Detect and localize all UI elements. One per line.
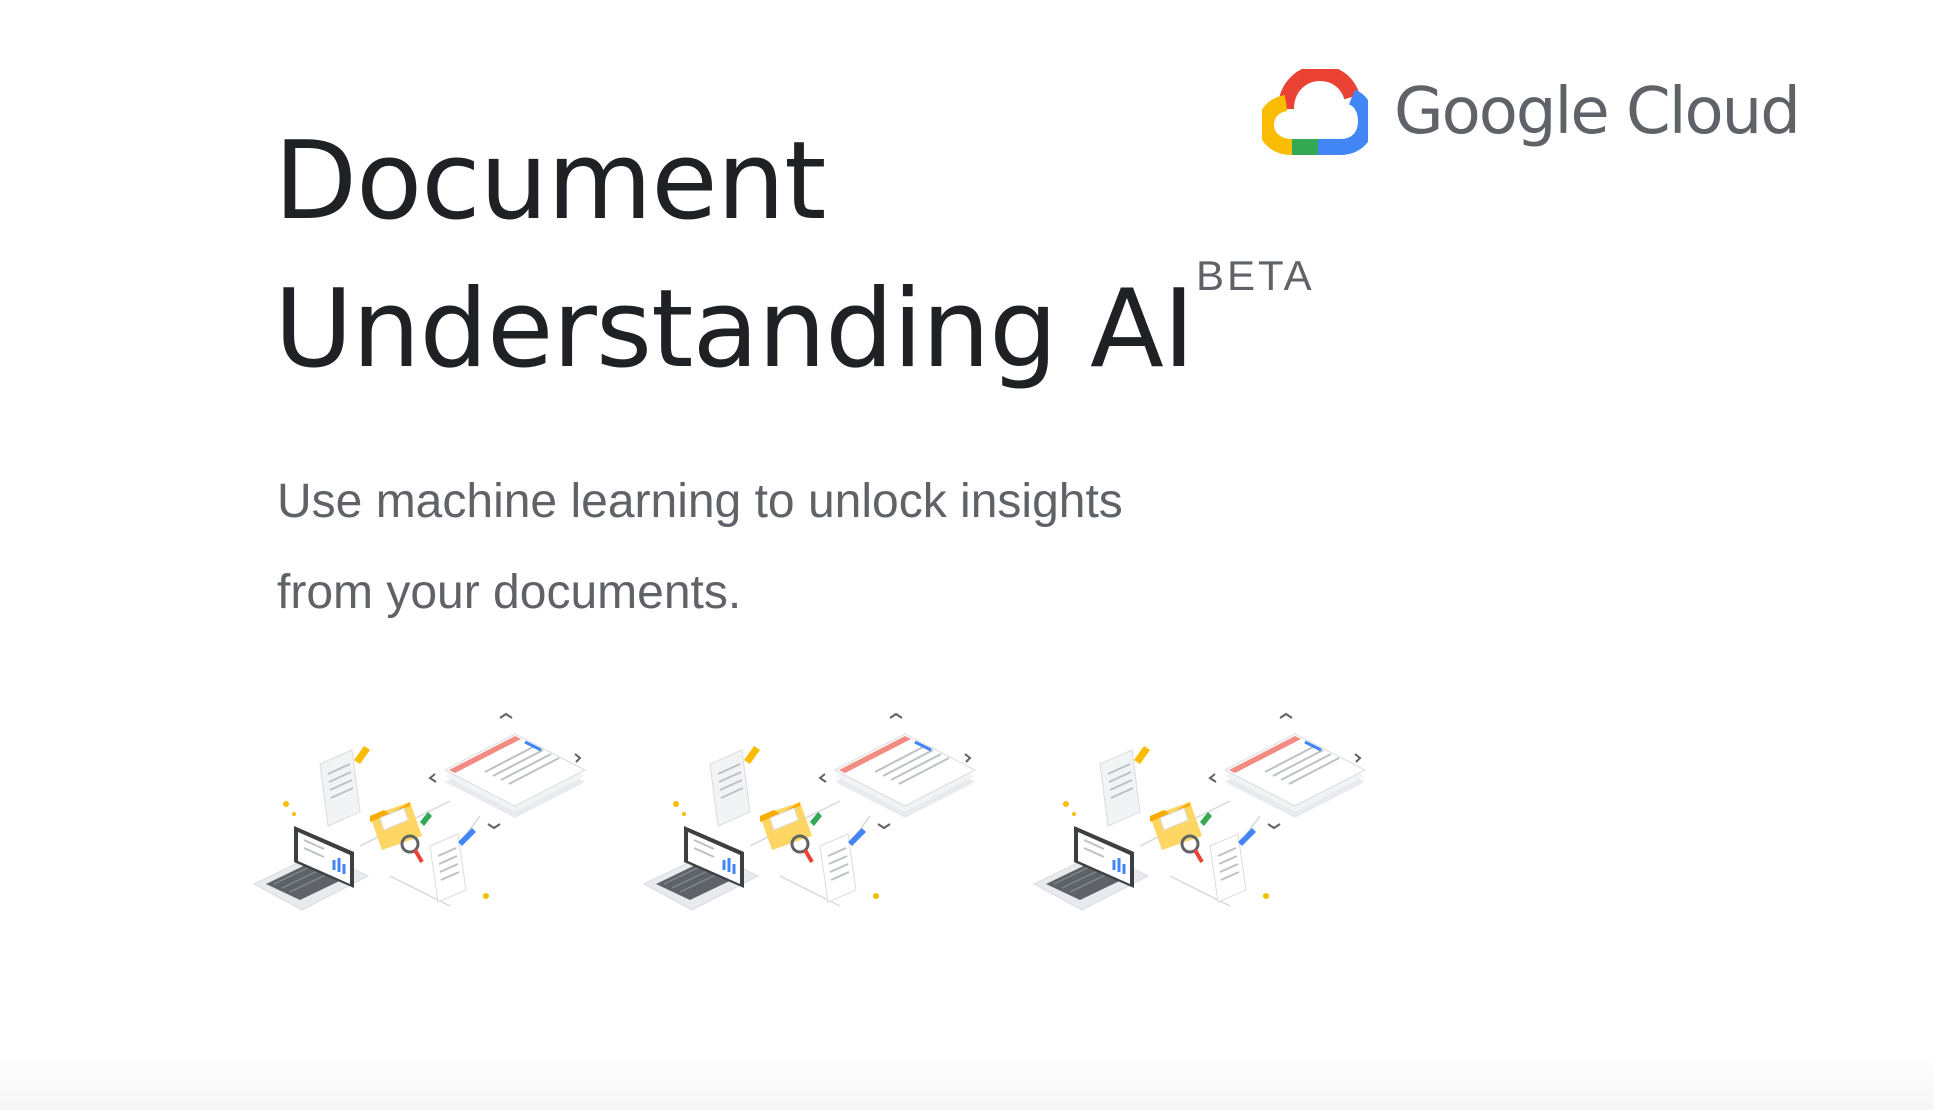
document-processing-illustration xyxy=(1030,706,1370,956)
document-processing-icon xyxy=(1032,712,1367,911)
document-processing-illustration xyxy=(640,706,980,956)
google-cloud-wordmark: Google Cloud xyxy=(1394,75,1801,149)
slide: Google Cloud Document Understanding AI B… xyxy=(0,0,1934,1110)
document-processing-icon xyxy=(252,712,587,911)
subtitle-line-2: from your documents. xyxy=(277,566,742,619)
subtitle-line-1: Use machine learning to unlock insights xyxy=(277,475,1123,528)
title-line-1: Document xyxy=(274,119,827,244)
page-title: Document Understanding AI xyxy=(274,108,1195,404)
beta-badge: BETA xyxy=(1196,252,1315,299)
page-subtitle: Use machine learning to unlock insights … xyxy=(277,456,1257,638)
bottom-shade xyxy=(0,1050,1934,1110)
document-processing-illustration xyxy=(250,706,590,956)
google-cloud-icon xyxy=(1262,69,1368,155)
document-processing-icon xyxy=(642,712,977,911)
google-cloud-logo: Google Cloud xyxy=(1262,62,1801,162)
title-line-2: Understanding AI xyxy=(274,267,1195,392)
